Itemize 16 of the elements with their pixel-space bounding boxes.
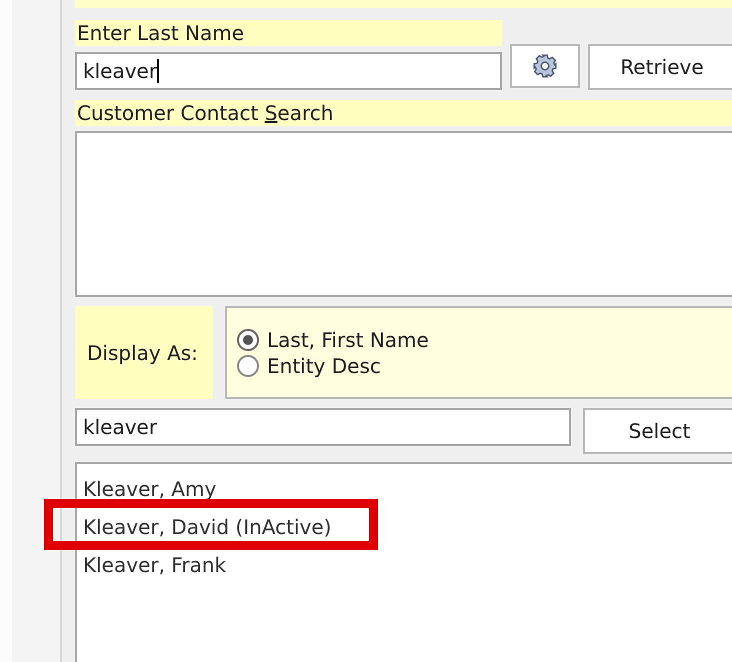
list-item[interactable]: Kleaver, Frank — [83, 546, 732, 584]
filter-field[interactable]: kleaver — [75, 408, 571, 446]
list-item[interactable]: Kleaver, Amy — [83, 470, 732, 508]
radio-button[interactable] — [237, 354, 259, 376]
radio-button[interactable] — [237, 328, 259, 350]
radio-label: Last, First Name — [267, 328, 429, 352]
retrieve-button[interactable]: Retrieve — [588, 44, 732, 90]
radio-label: Entity Desc — [267, 354, 381, 378]
list-item[interactable]: Kleaver, David (InActive) — [83, 508, 732, 546]
gear-icon — [532, 53, 558, 79]
last-name-field[interactable]: kleaver — [75, 52, 502, 90]
settings-button[interactable] — [510, 44, 580, 88]
display-as-label: Display As: — [75, 306, 213, 399]
field-label: Customer Contact Search — [75, 100, 732, 126]
field-label: Enter Last Name — [75, 20, 502, 46]
select-button[interactable]: Select — [583, 408, 732, 454]
